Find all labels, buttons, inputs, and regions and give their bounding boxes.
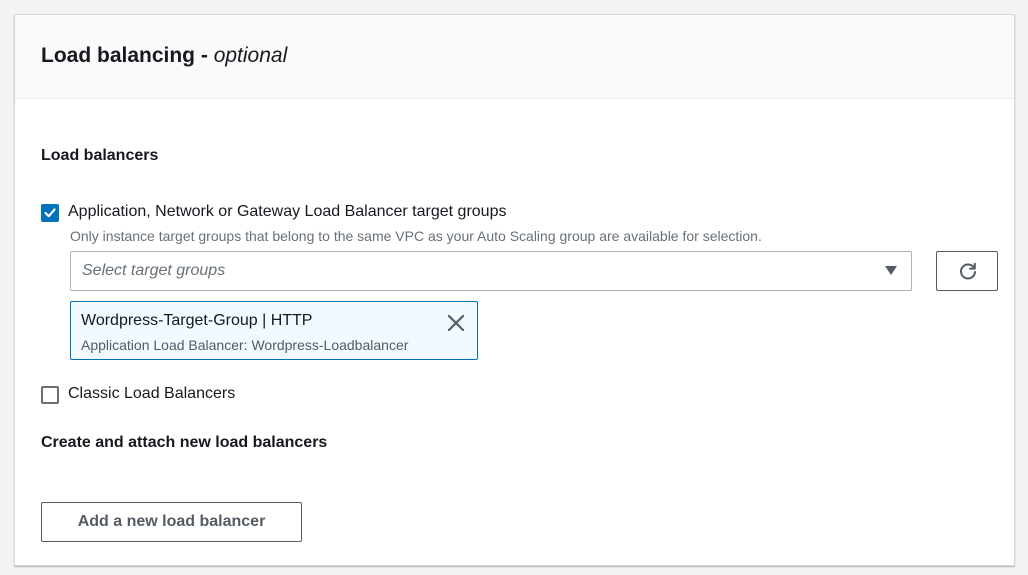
load-balancers-label: Load balancers (41, 147, 159, 164)
close-icon (447, 314, 465, 332)
panel-title-main: Load balancing - (41, 44, 214, 67)
create-new-label: Create and attach new load balancers (41, 434, 328, 451)
token-title: Wordpress-Target-Group | HTTP (81, 312, 313, 329)
panel-title: Load balancing - optional (41, 43, 287, 69)
load-balancing-panel: Load balancing - optional Load balancers… (14, 14, 1015, 566)
panel-header: Load balancing - optional (15, 15, 1014, 99)
add-new-load-balancer-button[interactable]: Add a new load balancer (41, 502, 302, 542)
token-subtitle: Application Load Balancer: Wordpress-Loa… (81, 337, 409, 353)
target-groups-checkbox[interactable] (41, 204, 59, 222)
remove-token-button[interactable] (446, 313, 466, 333)
refresh-button[interactable] (936, 251, 998, 291)
classic-lb-label[interactable]: Classic Load Balancers (68, 384, 235, 404)
panel-title-optional: optional (213, 44, 288, 67)
target-groups-description: Only instance target groups that belong … (70, 228, 762, 244)
target-groups-select[interactable]: Select target groups (70, 251, 912, 291)
select-placeholder: Select target groups (82, 262, 226, 279)
caret-down-icon (885, 266, 897, 275)
refresh-icon (960, 262, 976, 280)
selected-target-group-token: Wordpress-Target-Group | HTTP Applicatio… (70, 301, 478, 360)
classic-lb-checkbox[interactable] (41, 386, 59, 404)
checkmark-icon (44, 208, 56, 218)
target-groups-label[interactable]: Application, Network or Gateway Load Bal… (68, 202, 506, 222)
